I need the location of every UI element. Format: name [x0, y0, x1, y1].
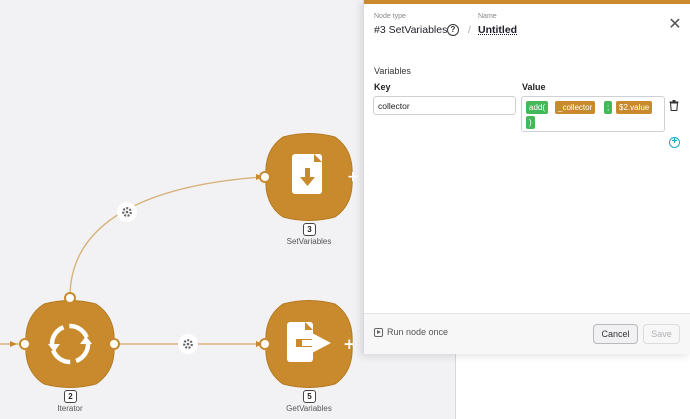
cancel-button[interactable]: Cancel	[593, 324, 638, 344]
node-getvariables[interactable]	[259, 300, 353, 388]
name-caption: Name	[478, 13, 497, 20]
variable-value-editor[interactable]: add( _collector ; $2.value )	[521, 96, 665, 132]
title-separator: /	[468, 24, 471, 36]
node-type-caption: Node type	[374, 13, 406, 20]
variable-key-input[interactable]	[373, 96, 516, 115]
value-chip-separator: ;	[604, 101, 613, 114]
node-setvariables[interactable]	[259, 133, 353, 221]
node-settings-panel: Node type #3 SetVariables ? / Name Untit…	[363, 0, 690, 354]
node-label: SetVariables	[286, 237, 332, 246]
node-label: GetVariables	[286, 404, 332, 413]
svg-text:+: +	[347, 169, 359, 185]
node-number-badge: 5	[303, 390, 316, 403]
panel-footer: Run node once Cancel Save	[364, 313, 690, 354]
svg-text:+: +	[343, 335, 356, 353]
panel-accent-bar	[364, 0, 690, 4]
key-column-header: Key	[374, 82, 391, 92]
node-number-badge: 2	[64, 390, 77, 403]
value-chip-function: add(	[526, 101, 549, 114]
value-chip-variable: _collector	[555, 101, 596, 114]
help-icon[interactable]: ?	[447, 24, 459, 36]
node-name-field[interactable]: Untitled	[478, 24, 517, 36]
connection-settings-gear-icon[interactable]	[178, 334, 198, 354]
node-label: Iterator	[57, 404, 83, 413]
add-node-plus-icon[interactable]: +	[343, 335, 356, 353]
trash-icon[interactable]	[669, 100, 679, 111]
arrow-head	[10, 341, 17, 347]
node-type-value: #3 SetVariables	[374, 24, 448, 36]
variables-section-title: Variables	[374, 66, 411, 76]
connection-iterator-setvariables	[69, 176, 263, 298]
panel-shadow-area	[455, 354, 690, 419]
value-chip-variable: $2.value	[616, 101, 653, 114]
save-button[interactable]: Save	[643, 324, 680, 344]
value-chip-close: )	[526, 116, 535, 129]
play-icon	[374, 327, 383, 337]
node-iterator[interactable]	[19, 292, 120, 388]
add-node-plus-icon[interactable]: +	[347, 169, 359, 185]
run-node-once-label: Run node once	[387, 327, 449, 337]
connection-settings-gear-icon[interactable]	[117, 202, 137, 222]
run-node-once-button[interactable]: Run node once	[374, 327, 448, 337]
node-number-badge: 3	[303, 223, 316, 236]
value-column-header: Value	[522, 82, 546, 92]
close-icon[interactable]: ✕	[667, 17, 683, 33]
add-variable-plus-icon[interactable]: +	[669, 137, 680, 148]
